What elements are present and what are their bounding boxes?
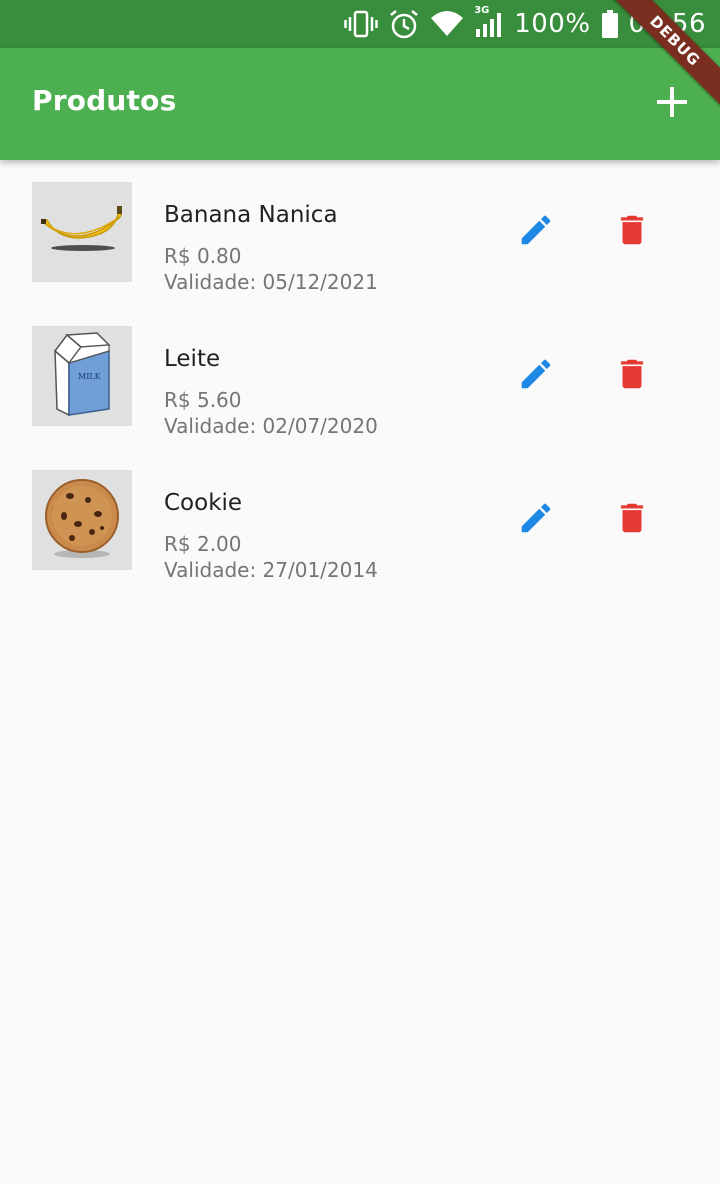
screen: 3G 100% 06:56 DEBUG Produtos	[0, 0, 720, 1184]
product-image	[32, 182, 132, 282]
trash-icon	[613, 499, 651, 541]
product-name: Banana Nanica	[164, 202, 338, 228]
milk-carton-image: MILK	[47, 329, 117, 423]
alarm-icon	[388, 8, 420, 40]
vibrate-icon	[344, 9, 378, 39]
pencil-icon	[517, 499, 555, 541]
list-item[interactable]: Banana Nanica R$ 0.80 Validade: 05/12/20…	[0, 160, 720, 304]
delete-button[interactable]	[604, 348, 660, 404]
app-bar: Produtos	[0, 48, 720, 160]
edit-button[interactable]	[508, 492, 564, 548]
trash-icon	[613, 355, 651, 397]
product-name: Cookie	[164, 490, 243, 516]
status-bar: 3G 100% 06:56	[0, 0, 720, 48]
battery-percent: 100%	[514, 9, 591, 39]
edit-button[interactable]	[508, 348, 564, 404]
battery-icon	[601, 9, 619, 39]
cookie-image	[42, 476, 122, 564]
signal-icon: 3G	[474, 5, 504, 39]
add-product-button[interactable]	[644, 76, 700, 132]
product-validity: Validade: 02/07/2020	[164, 414, 378, 438]
banana-image	[37, 200, 127, 264]
wifi-icon	[430, 10, 464, 38]
network-type-label: 3G	[474, 5, 490, 16]
product-price: R$ 0.80	[164, 244, 242, 268]
product-price: R$ 2.00	[164, 532, 242, 556]
plus-icon	[656, 86, 688, 122]
list-item[interactable]: Cookie R$ 2.00 Validade: 27/01/2014	[0, 448, 720, 592]
pencil-icon	[517, 211, 555, 253]
delete-button[interactable]	[604, 204, 660, 260]
trash-icon	[613, 211, 651, 253]
milk-label: MILK	[78, 372, 102, 381]
product-price: R$ 5.60	[164, 388, 242, 412]
edit-button[interactable]	[508, 204, 564, 260]
product-image	[32, 470, 132, 570]
pencil-icon	[517, 355, 555, 397]
product-name: Leite	[164, 346, 221, 372]
page-title: Produtos	[32, 84, 177, 117]
product-validity: Validade: 27/01/2014	[164, 558, 378, 582]
product-validity: Validade: 05/12/2021	[164, 270, 378, 294]
delete-button[interactable]	[604, 492, 660, 548]
list-item[interactable]: MILK Leite R$ 5.60 Validade: 02/07/2020	[0, 304, 720, 448]
product-image: MILK	[32, 326, 132, 426]
